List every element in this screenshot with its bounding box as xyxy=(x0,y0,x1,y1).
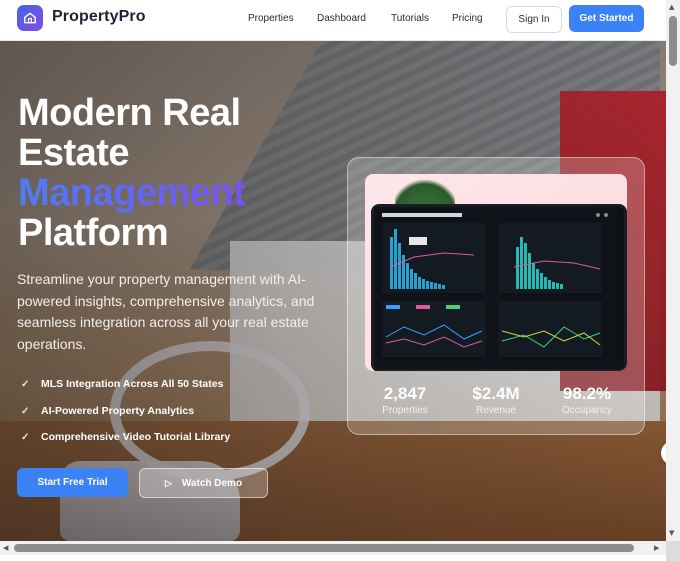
feature-text: MLS Integration Across All 50 States xyxy=(41,378,224,390)
dashboard-image xyxy=(365,174,627,371)
home-icon xyxy=(24,12,36,24)
stat-label-occupancy: Occupancy xyxy=(561,405,613,416)
feature-item: ✓ AI-Powered Property Analytics xyxy=(21,405,194,417)
tablet-screen xyxy=(371,204,627,371)
stat-label-revenue: Revenue xyxy=(475,405,517,416)
scrollbar-corner xyxy=(666,541,680,561)
window-bottom-edge xyxy=(0,555,666,561)
sign-in-button[interactable]: Sign In xyxy=(506,6,562,33)
hero-title-line: Estate xyxy=(18,132,130,174)
horizontal-scrollbar-thumb[interactable] xyxy=(14,544,634,552)
check-icon: ✓ xyxy=(21,378,30,390)
nav-link-dashboard[interactable]: Dashboard xyxy=(317,13,366,24)
stat-label-properties: Properties xyxy=(382,405,428,416)
stat-value-occupancy: 98.2% xyxy=(562,384,612,403)
scroll-left-arrow-icon[interactable]: ◀ xyxy=(3,544,8,552)
watch-demo-label: Watch Demo xyxy=(181,477,243,489)
dashboard-preview-card: 2,847 Properties $2.4M Revenue 98.2% Occ… xyxy=(347,157,645,435)
horizontal-scrollbar[interactable]: ◀ ▶ xyxy=(0,541,666,555)
feature-text: AI-Powered Property Analytics xyxy=(41,405,195,417)
hero-title-accent: Management xyxy=(18,173,348,213)
feature-text: Comprehensive Video Tutorial Library xyxy=(41,431,231,443)
start-free-trial-button[interactable]: Start Free Trial xyxy=(17,468,128,497)
scroll-right-arrow-icon[interactable]: ▶ xyxy=(654,544,659,552)
vertical-scrollbar-thumb[interactable] xyxy=(669,16,677,66)
hero-section: Modern Real Estate Management Platform S… xyxy=(0,41,666,541)
nav-link-pricing[interactable]: Pricing xyxy=(452,13,483,24)
feature-item: ✓ MLS Integration Across All 50 States xyxy=(21,378,223,390)
top-navbar: PropertyPro Properties Dashboard Tutoria… xyxy=(0,0,666,41)
scroll-up-arrow-icon[interactable]: ▲ xyxy=(669,3,674,11)
check-icon: ✓ xyxy=(21,405,30,417)
get-started-button[interactable]: Get Started xyxy=(569,5,644,32)
hero-title-line: Platform xyxy=(18,212,169,254)
brand-name[interactable]: PropertyPro xyxy=(52,8,146,26)
watch-demo-button[interactable]: ▷ Watch Demo xyxy=(139,468,268,498)
scroll-down-arrow-icon[interactable]: ▼ xyxy=(669,529,674,537)
feature-item: ✓ Comprehensive Video Tutorial Library xyxy=(21,431,230,443)
play-icon: ▷ xyxy=(164,477,172,488)
tablet-dashboard-graphic xyxy=(374,207,618,363)
nav-link-tutorials[interactable]: Tutorials xyxy=(391,13,429,24)
hero-subtitle: Streamline your property management with… xyxy=(17,271,315,352)
vertical-scrollbar[interactable]: ▲ ▼ xyxy=(666,0,680,541)
logo-badge[interactable] xyxy=(17,5,43,31)
stat-value-properties: 2,847 xyxy=(383,384,427,403)
nav-link-properties[interactable]: Properties xyxy=(248,13,294,24)
stat-value-revenue: $2.4M xyxy=(472,384,520,403)
hero-title-line: Modern Real xyxy=(18,92,241,134)
hero-title: Modern Real Estate Management Platform xyxy=(18,93,348,253)
check-icon: ✓ xyxy=(21,431,30,443)
